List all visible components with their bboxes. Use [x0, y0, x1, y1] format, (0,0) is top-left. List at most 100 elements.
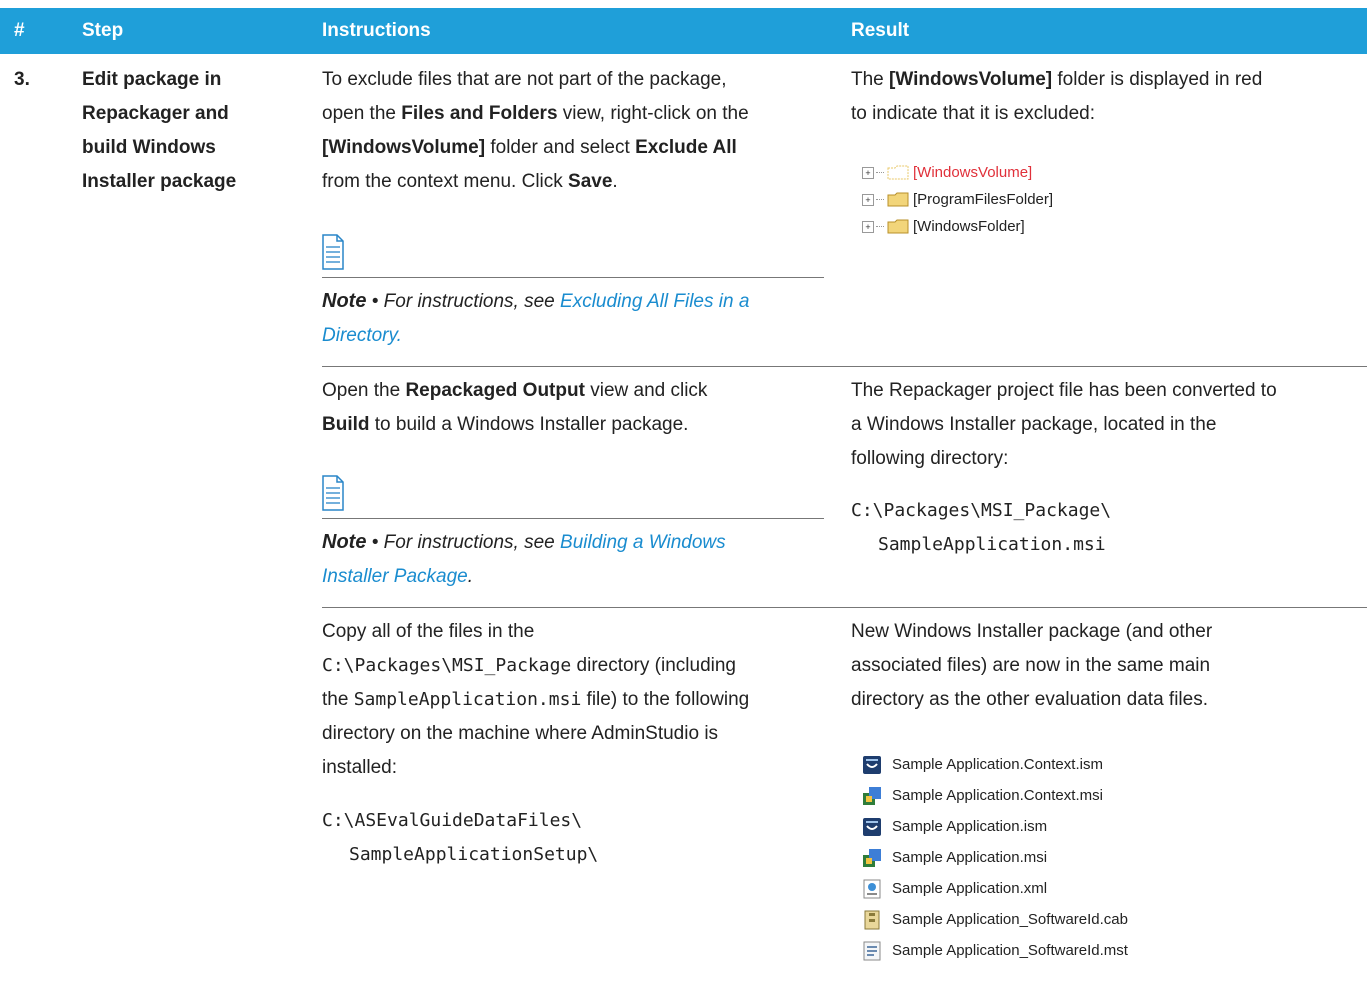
tree-label: [WindowsFolder]: [913, 218, 1025, 235]
text-span: to build a Windows Installer package.: [369, 414, 689, 435]
ui-term: Files and Folders: [401, 103, 558, 124]
file-item: Sample Application_SoftwareId.cab: [862, 904, 1128, 935]
result-text: The Repackager project file has been con…: [851, 374, 1277, 476]
tree-connector: [876, 172, 884, 173]
result-text: The [WindowsVolume] folder is displayed …: [851, 63, 1262, 131]
inline-filename: SampleApplication.msi: [353, 689, 582, 710]
result-text: New Windows Installer package (and other…: [851, 615, 1212, 717]
step-title-line: build Windows: [82, 137, 216, 158]
file-name: Sample Application.Context.ism: [892, 756, 1103, 773]
note: Note • For instructions, see Excluding A…: [322, 284, 749, 353]
header-number: #: [14, 20, 25, 41]
text-span: the: [322, 689, 354, 710]
text-span: folder is displayed in red: [1052, 69, 1263, 90]
excluding-files-link[interactable]: Excluding All Files in a: [560, 291, 749, 312]
header-result: Result: [851, 20, 910, 41]
text-line: to indicate that it is excluded:: [851, 103, 1095, 124]
text-line: Note • For instructions, see Building a …: [322, 525, 726, 560]
text-span: view and click: [584, 380, 708, 401]
text-line: a Windows Installer package, located in …: [851, 414, 1217, 435]
tree-connector: [876, 199, 884, 200]
note-divider: [322, 277, 824, 278]
text-line: following directory:: [851, 448, 1009, 469]
instruction-text: Copy all of the files in the C:\Packages…: [322, 615, 749, 785]
file-name: Sample Application.msi: [892, 849, 1048, 866]
row-divider: [322, 366, 1367, 367]
instruction-text: To exclude files that are not part of th…: [322, 63, 749, 199]
building-package-link[interactable]: Building a Windows: [560, 532, 726, 553]
folder-icon: [887, 192, 909, 207]
ui-term: [WindowsVolume]: [889, 69, 1053, 90]
path-line: C:\Packages\MSI_Package\: [851, 500, 1112, 521]
text-line: the SampleApplication.msi file) to the f…: [322, 683, 749, 717]
folder-icon: [887, 165, 909, 180]
xml-file-icon: [863, 879, 881, 898]
text-line: Copy all of the files in the: [322, 621, 535, 642]
text-line: C:\Packages\MSI_Package directory (inclu…: [322, 649, 749, 683]
step-title-line: Repackager and: [82, 103, 229, 124]
text-span: .: [612, 171, 618, 192]
note-icon: [322, 475, 344, 511]
text-line: The Repackager project file has been con…: [851, 380, 1277, 401]
text-line: Note • For instructions, see Excluding A…: [322, 284, 749, 319]
text-line: Directory.: [322, 319, 749, 353]
text-line: from the context menu. Click Save.: [322, 165, 749, 199]
text-span: open the: [322, 103, 402, 124]
tree-label-excluded: [WindowsVolume]: [913, 164, 1033, 181]
step-title-line: Edit package in: [82, 69, 222, 90]
output-path: C:\Packages\MSI_Package\ SampleApplicati…: [851, 494, 1111, 562]
file-name: Sample Application.xml: [892, 880, 1048, 897]
text-span: Open the: [322, 380, 406, 401]
tree-label: [ProgramFilesFolder]: [913, 191, 1054, 208]
text-line: open the Files and Folders view, right-c…: [322, 97, 749, 131]
file-name: Sample Application_SoftwareId.mst: [892, 942, 1128, 959]
excluding-files-link[interactable]: Directory.: [322, 325, 402, 346]
text-line: installed:: [322, 757, 397, 778]
instruction-text: Open the Repackaged Output view and clic…: [322, 374, 707, 442]
file-item: Sample Application.Context.ism: [862, 749, 1128, 780]
path-line: SampleApplication.msi: [878, 534, 1106, 555]
file-item: Sample Application.xml: [862, 873, 1128, 904]
text-span: For instructions, see: [383, 532, 561, 553]
tree-item: + [WindowsVolume]: [862, 159, 1053, 186]
building-package-link[interactable]: Installer Package: [322, 566, 468, 587]
file-item: Sample Application_SoftwareId.mst: [862, 935, 1128, 966]
row-divider: [322, 607, 1367, 608]
note-label: Note: [322, 531, 367, 553]
inline-path: C:\Packages\MSI_Package: [322, 655, 572, 676]
file-name: Sample Application_SoftwareId.cab: [892, 911, 1128, 928]
cab-file-icon: [864, 910, 880, 929]
destination-path: C:\ASEvalGuideDataFiles\ SampleApplicati…: [322, 804, 598, 872]
text-span: The: [851, 69, 890, 90]
path-line: C:\ASEvalGuideDataFiles\: [322, 810, 583, 831]
expand-icon: +: [862, 166, 874, 179]
table-header: # Step Instructions Result: [0, 8, 1367, 54]
file-name: Sample Application.Context.msi: [892, 787, 1103, 804]
text-span: .: [467, 566, 474, 587]
text-span: For instructions, see: [383, 291, 561, 312]
ui-term: Exclude All: [635, 137, 737, 158]
text-span: directory (including: [571, 655, 736, 676]
file-list: Sample Application.Context.ism Sample Ap…: [862, 749, 1128, 966]
tree-item: + [WindowsFolder]: [862, 213, 1053, 240]
file-item: Sample Application.msi: [862, 842, 1128, 873]
text-line: The [WindowsVolume] folder is displayed …: [851, 63, 1262, 97]
ism-file-icon: [863, 817, 881, 836]
mst-file-icon: [863, 941, 881, 960]
text-line: Open the Repackaged Output view and clic…: [322, 374, 707, 408]
text-line: New Windows Installer package (and other: [851, 621, 1213, 642]
note-icon: [322, 234, 344, 270]
note: Note • For instructions, see Building a …: [322, 525, 726, 594]
step-title-line: Installer package: [82, 171, 237, 192]
folder-icon: [887, 219, 909, 234]
text-span: •: [366, 291, 384, 312]
note-divider: [322, 518, 824, 519]
text-line: associated files) are now in the same ma…: [851, 655, 1211, 676]
ui-term: Repackaged Output: [405, 380, 585, 401]
step-number: 3.: [14, 69, 30, 90]
path-line: SampleApplicationSetup\: [349, 844, 599, 865]
msi-file-icon: [863, 848, 881, 867]
note-label: Note: [322, 290, 367, 312]
text-line: [WindowsVolume] folder and select Exclud…: [322, 131, 749, 165]
text-line: To exclude files that are not part of th…: [322, 69, 727, 90]
